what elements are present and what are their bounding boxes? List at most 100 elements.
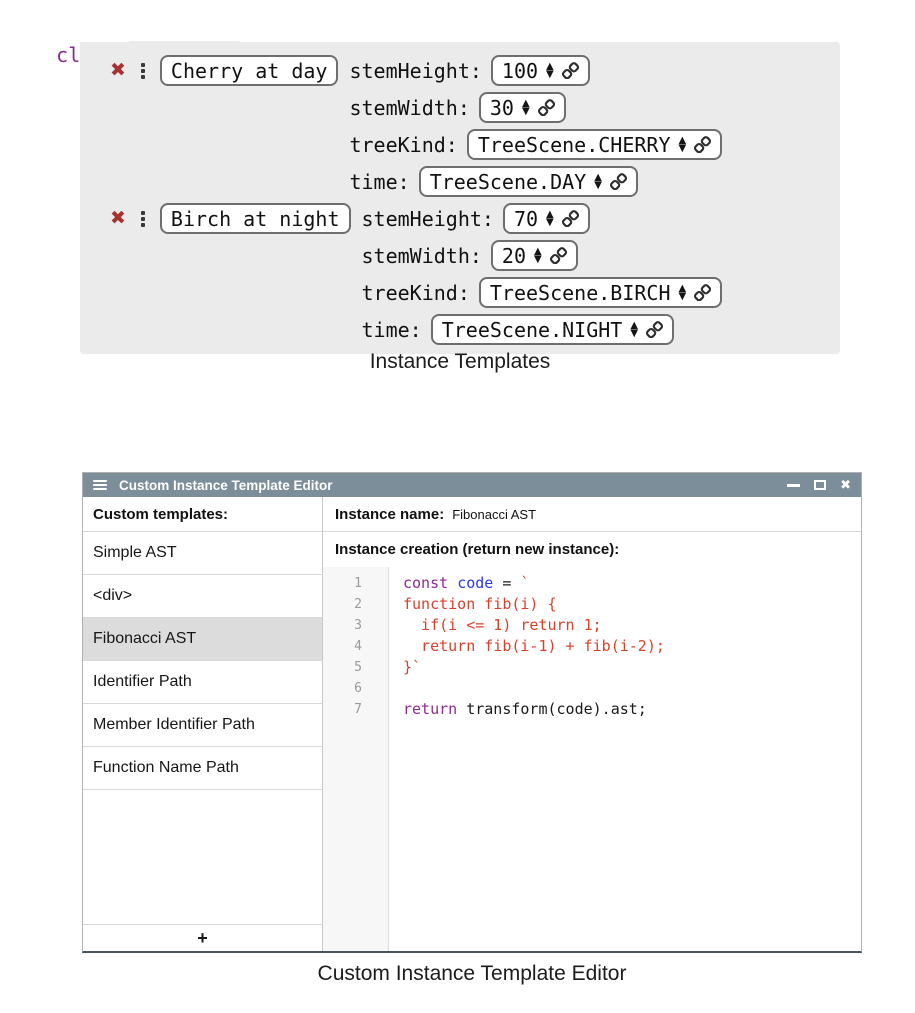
maximize-icon[interactable] (814, 480, 826, 490)
link-icon[interactable] (694, 284, 711, 301)
window-body: Custom templates: Simple AST<div>Fibonac… (83, 497, 861, 951)
stepper-icon[interactable]: ▲▼ (594, 174, 602, 190)
link-icon[interactable] (646, 321, 663, 338)
screenshot-canvas: class TreeScene { ✖Cherry at daystemHeig… (0, 0, 915, 1013)
link-icon[interactable] (562, 62, 579, 79)
line-number: 5 (323, 657, 362, 678)
code-line: return fib(i-1) + fib(i-2); (403, 636, 861, 657)
sidebar-item[interactable]: Simple AST (83, 531, 322, 574)
property-row: stemWidth:30▲▼ (349, 89, 722, 126)
property-value[interactable]: 100 (502, 59, 538, 83)
property-value-box[interactable]: 30 ▲▼ (479, 92, 566, 123)
instance-name-label: Instance name: (335, 506, 444, 523)
stepper-icon[interactable]: ▲▼ (534, 248, 542, 264)
property-value[interactable]: TreeScene.DAY (430, 170, 587, 194)
property-value[interactable]: TreeScene.CHERRY (478, 133, 671, 157)
instance-name-box[interactable]: Cherry at day (160, 55, 339, 86)
property-value-box[interactable]: TreeScene.BIRCH ▲▼ (479, 277, 722, 308)
property-label: treeKind: (349, 133, 457, 157)
instance-name-row: Instance name: Fibonacci AST (323, 497, 861, 532)
editor-caption: Custom Instance Template Editor (82, 962, 862, 986)
sidebar-item[interactable]: Identifier Path (83, 660, 322, 703)
minimize-icon[interactable] (787, 484, 800, 487)
code-line: const code = ` (403, 573, 861, 594)
stepper-icon[interactable]: ▲▼ (522, 100, 530, 116)
window-controls: ✖ (787, 479, 851, 492)
stepper-icon[interactable]: ▲▼ (679, 285, 687, 301)
property-value-box[interactable]: TreeScene.DAY ▲▼ (419, 166, 638, 197)
link-icon[interactable] (550, 247, 567, 264)
instance-controls: ✖ Birch at night (110, 200, 351, 237)
code-token: code (457, 574, 493, 592)
sidebar-item[interactable]: Function Name Path (83, 746, 322, 789)
property-row: treeKind: TreeScene.BIRCH ▲▼ (362, 274, 723, 311)
property-label: stemWidth: (362, 244, 482, 268)
sidebar-item[interactable]: <div> (83, 574, 322, 617)
code-line: return transform(code).ast; (403, 699, 861, 720)
stepper-icon[interactable]: ▲▼ (630, 322, 638, 338)
property-value-box[interactable]: 20 ▲▼ (491, 240, 578, 271)
property-row: time: TreeScene.NIGHT ▲▼ (362, 311, 723, 348)
property-value[interactable]: 30 (490, 96, 514, 120)
drag-handle-icon[interactable] (139, 209, 147, 229)
sidebar-empty-space (83, 790, 322, 924)
delete-instance-icon[interactable]: ✖ (110, 209, 126, 228)
code-token: ` (520, 574, 529, 592)
property-row: stemHeight: 100 ▲▼ (349, 52, 722, 89)
property-value[interactable]: 20 (502, 244, 526, 268)
property-row: treeKind: TreeScene.CHERRY ▲▼ (349, 126, 722, 163)
instance-creation-label: Instance creation (return new instance): (323, 532, 861, 567)
property-label: time: (362, 318, 422, 342)
drag-handle-icon[interactable] (139, 61, 147, 81)
link-icon[interactable] (538, 99, 555, 116)
sidebar-item[interactable]: Fibonacci AST (83, 617, 322, 660)
code-area[interactable]: const code = `function fib(i) { if(i <= … (389, 567, 861, 951)
templates-sidebar: Custom templates: Simple AST<div>Fibonac… (83, 497, 323, 951)
line-number: 2 (323, 594, 362, 615)
property-label: treeKind: (362, 281, 470, 305)
property-value-box[interactable]: TreeScene.NIGHT ▲▼ (431, 314, 674, 345)
instance-properties: stemHeight:100▲▼stemWidth:30▲▼treeKind:T… (349, 52, 722, 200)
property-label: stemHeight: (362, 207, 494, 231)
link-icon[interactable] (694, 136, 711, 153)
stepper-icon[interactable]: ▲▼ (679, 137, 687, 153)
delete-instance-icon[interactable]: ✖ (110, 61, 126, 80)
code-editor[interactable]: 1234567 const code = `function fib(i) { … (323, 567, 861, 951)
code-token (448, 574, 457, 592)
instance-properties: stemHeight: 70 ▲▼ stemWidth: 20 ▲▼ treeKind: Tr… (362, 200, 723, 348)
code-token: const (403, 574, 448, 592)
stepper-icon[interactable]: ▲▼ (546, 63, 554, 79)
instance-row: ✖ Birch at night stemHeight: 70 ▲▼ stemWidth:… (110, 200, 840, 348)
property-value[interactable]: 70 (514, 207, 538, 231)
property-value-box[interactable]: TreeScene.CHERRY ▲▼ (467, 129, 722, 160)
property-label: stemHeight: (349, 59, 481, 83)
window-title: Custom Instance Template Editor (119, 478, 787, 493)
property-value-box[interactable]: 100 ▲▼ (491, 55, 590, 86)
link-icon[interactable] (562, 210, 579, 227)
instance-templates-caption: Instance Templates (80, 350, 840, 374)
property-value-box[interactable]: 70 ▲▼ (503, 203, 590, 234)
line-number: 7 (323, 699, 362, 720)
close-icon[interactable]: ✖ (840, 479, 851, 492)
property-row: time:TreeScene.DAY▲▼ (349, 163, 722, 200)
instance-name-field[interactable]: Fibonacci AST (452, 507, 536, 522)
property-value[interactable]: TreeScene.NIGHT (442, 318, 623, 342)
code-token: function fib(i) { (403, 595, 557, 613)
add-template-button[interactable]: + (83, 924, 322, 951)
line-number-gutter: 1234567 (323, 567, 389, 951)
line-number: 3 (323, 615, 362, 636)
line-number: 4 (323, 636, 362, 657)
stepper-icon[interactable]: ▲▼ (546, 211, 554, 227)
custom-template-editor-window: Custom Instance Template Editor ✖ Custom… (82, 472, 862, 953)
code-line: }` (403, 657, 861, 678)
window-titlebar: Custom Instance Template Editor ✖ (83, 473, 861, 497)
property-value[interactable]: TreeScene.BIRCH (490, 281, 671, 305)
hamburger-icon[interactable] (93, 478, 107, 492)
code-token: = (493, 574, 520, 592)
link-icon[interactable] (610, 173, 627, 190)
instance-name-box[interactable]: Birch at night (160, 203, 351, 234)
code-token: transform(code).ast; (457, 700, 647, 718)
code-line (403, 678, 861, 699)
sidebar-item[interactable]: Member Identifier Path (83, 703, 322, 746)
code-line: function fib(i) { (403, 594, 861, 615)
